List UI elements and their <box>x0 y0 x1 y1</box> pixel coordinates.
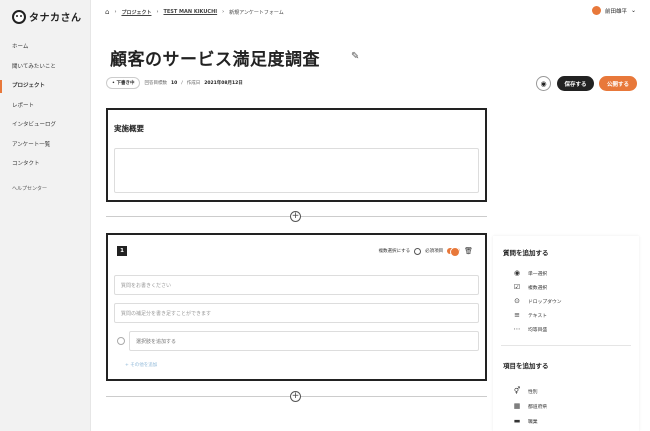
option-input[interactable]: 選択肢を追加する <box>129 331 479 351</box>
sidebar-item-surveys[interactable]: アンケート一覧 <box>0 136 91 156</box>
target-count-value: 10 <box>170 80 178 86</box>
logo-face-icon <box>12 9 26 24</box>
preview-button[interactable]: ◉ <box>536 76 551 91</box>
option-radio-icon <box>117 337 125 345</box>
logo[interactable]: タナカさん <box>12 9 82 24</box>
add-single-choice[interactable]: ◉ 単一選択 <box>513 269 547 277</box>
help-center-link[interactable]: ヘルプセンター <box>12 185 47 192</box>
question-card[interactable]: 1 複数選択にする 必須項目 🗑 質問をお書きください 質問の補足分を書き足すこ… <box>106 233 487 381</box>
add-dropdown[interactable]: ⊙ ドロップダウン <box>513 297 562 305</box>
user-menu[interactable]: 前田雄平 ⌄ <box>591 6 636 15</box>
add-multiple-choice[interactable]: ☑ 複数選択 <box>513 283 547 291</box>
trash-icon[interactable]: 🗑 <box>464 247 473 255</box>
add-question-title: 質問を追加する <box>503 249 549 257</box>
breadcrumb-projects[interactable]: プロジェクト <box>121 9 151 16</box>
map-icon: ▦ <box>513 402 521 410</box>
save-button[interactable]: 保存する <box>557 76 594 91</box>
breadcrumb-project[interactable]: TEST MAN KIKUCHI <box>163 9 217 15</box>
multi-select-label: 複数選択にする <box>378 249 411 254</box>
user-name: 前田雄平 <box>604 8 627 15</box>
sidebar-item-questions[interactable]: 聞いてみたいこと <box>0 58 91 78</box>
add-section-icon[interactable]: + <box>290 391 301 402</box>
sidebar-item-reports[interactable]: レポート <box>0 97 91 117</box>
breadcrumb-separator-icon: › <box>114 9 117 15</box>
add-item-title: 項目を追加する <box>503 362 549 370</box>
add-occupation[interactable]: ▬ 職業 <box>513 417 538 425</box>
question-number: 1 <box>117 246 127 256</box>
sidebar-item-home[interactable]: ホーム <box>0 38 91 58</box>
briefcase-icon: ▬ <box>513 417 521 425</box>
overview-textarea[interactable] <box>114 148 479 193</box>
breadcrumb-separator-icon: › <box>156 9 159 15</box>
dropdown-icon: ⊙ <box>514 297 520 305</box>
eye-icon: ◉ <box>540 79 547 88</box>
created-date-value: 2021年08月12日 <box>204 81 243 86</box>
page-title[interactable]: 顧客のサービス満足度調査 <box>110 45 320 70</box>
publish-button[interactable]: 公開する <box>599 76 637 91</box>
sidebar-item-contacts[interactable]: コンタクト <box>0 155 91 175</box>
logo-text: タナカさん <box>29 13 82 24</box>
pencil-icon[interactable]: ✎ <box>351 51 359 62</box>
question-note-input[interactable]: 質問の補足分を書き足すことができます <box>114 303 479 323</box>
status-badge: • 下書き中 <box>106 77 141 89</box>
sidebar: タナカさん ホーム 聞いてみたいこと プロジェクト レポート インタビューログ … <box>0 0 91 431</box>
question-input[interactable]: 質問をお書きください <box>114 275 479 295</box>
add-other-link[interactable]: + その他を追加 <box>125 362 157 368</box>
add-panel: 質問を追加する ◉ 単一選択 ☑ 複数選択 ⊙ ドロップダウン ≡ テキスト ⋯ 均等目盛… <box>493 236 639 431</box>
add-gender[interactable]: ⚥ 性別 <box>513 387 538 395</box>
scale-icon: ⋯ <box>513 325 521 333</box>
required-toggle[interactable] <box>447 247 461 257</box>
add-text[interactable]: ≡ テキスト <box>513 311 547 319</box>
breadcrumb: ⌂ › プロジェクト › TEST MAN KIKUCHI › 新規アンケートフ… <box>105 8 284 16</box>
add-scale[interactable]: ⋯ 均等目盛 <box>513 325 548 333</box>
overview-section[interactable]: 実施概要 <box>106 108 487 202</box>
meta-separator: / <box>181 80 183 86</box>
breadcrumb-current: 新規アンケートフォーム <box>229 9 284 16</box>
add-prefecture[interactable]: ▦ 都道府県 <box>513 402 548 410</box>
text-icon: ≡ <box>514 311 520 319</box>
chevron-down-icon: ⌄ <box>630 7 636 14</box>
created-date-label: 作成日 <box>186 81 201 86</box>
multi-select-radio[interactable] <box>414 247 422 255</box>
add-section-icon[interactable]: + <box>290 211 301 222</box>
breadcrumb-separator-icon: › <box>222 9 225 15</box>
panel-divider <box>501 345 631 346</box>
checkbox-icon: ☑ <box>513 283 521 291</box>
form-meta: • 下書き中 回答目標数 10 / 作成日 2021年08月12日 <box>106 77 243 89</box>
avatar <box>591 6 601 15</box>
home-icon[interactable]: ⌂ <box>105 8 109 16</box>
gender-icon: ⚥ <box>513 387 521 395</box>
section-title: 実施概要 <box>114 124 144 133</box>
required-label: 必須項目 <box>425 249 444 254</box>
question-options: 複数選択にする 必須項目 🗑 <box>378 247 473 257</box>
sidebar-item-interview-log[interactable]: インタビューログ <box>0 116 91 136</box>
radio-icon: ◉ <box>513 269 521 277</box>
sidebar-item-projects[interactable]: プロジェクト <box>0 77 91 97</box>
sidebar-nav: ホーム 聞いてみたいこと プロジェクト レポート インタビューログ アンケート一… <box>0 38 91 175</box>
target-count-label: 回答目標数 <box>144 81 167 86</box>
